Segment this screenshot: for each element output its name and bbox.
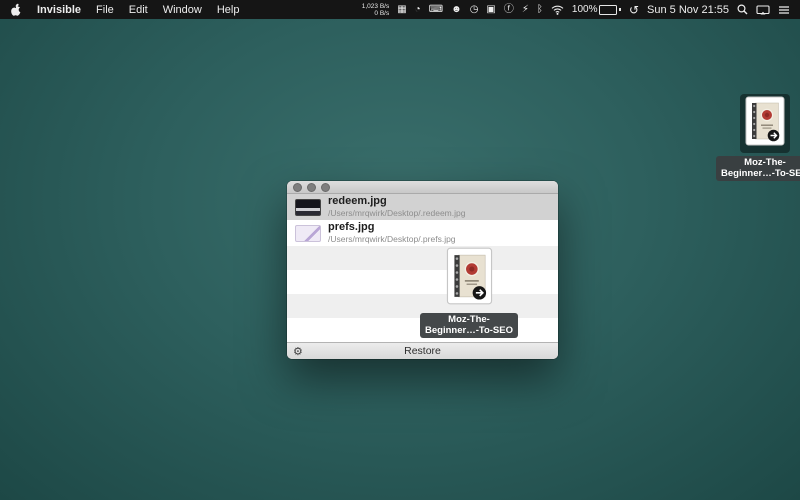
network-up-speed: 1,023 B/s [362,3,389,10]
drag-ghost-label-line2: Beginner…-To-SEO [425,325,513,336]
desktop-icon-moz-guide[interactable]: Moz-The- Beginner…-To-SEO [715,94,800,181]
battery-cap [619,8,621,11]
battery-indicator[interactable]: 100% [572,4,621,15]
window-titlebar[interactable] [287,181,558,194]
menu-bar-clock[interactable]: Sun 5 Nov 21:55 [647,4,729,16]
wifi-icon[interactable] [551,5,564,15]
time-machine-icon[interactable]: ↺ [629,5,639,15]
menu-edit[interactable]: Edit [129,4,148,16]
gauge-icon[interactable]: ◔ [415,5,421,15]
spotlight-icon[interactable] [737,4,748,15]
file-path: /Users/mrqwirk/Desktop/.redeem.jpg [328,207,465,219]
circled-f-icon[interactable]: ⓕ [504,5,514,15]
apple-logo-icon [10,3,22,16]
menu-file[interactable]: File [96,4,114,16]
menu-bar: Invisible File Edit Window Help 1,023 B/… [0,0,800,19]
desktop-icon-label-line1: Moz-The- [744,157,786,168]
menu-window[interactable]: Window [163,4,202,16]
active-app-name[interactable]: Invisible [37,4,81,16]
zoom-button[interactable] [321,183,330,192]
shield-icon[interactable]: ▣ [486,5,495,15]
desktop-icon-label: Moz-The- Beginner…-To-SEO [716,156,800,181]
battery-percent: 100% [572,4,598,15]
list-item[interactable]: prefs.jpg /Users/mrqwirk/Desktop/.prefs.… [287,220,558,246]
list-item[interactable]: redeem.jpg /Users/mrqwirk/Desktop/.redee… [287,194,558,220]
clock-widget-icon[interactable]: ◷ [470,5,479,15]
network-down-speed: 0 B/s [374,10,389,17]
desktop-icon-label-line2: Beginner…-To-SEO [721,168,800,179]
file-name: redeem.jpg [328,195,465,207]
book-document-icon [446,247,493,310]
drag-ghost[interactable]: Moz-The- Beginner…-To-SEO [421,247,517,338]
user-icon[interactable]: ☻ [451,5,462,15]
minimize-button[interactable] [307,183,316,192]
desktop-background: { "menu_bar": { "app_name": "Invisible",… [0,0,800,500]
menu-help[interactable]: Help [217,4,240,16]
network-speed-indicator[interactable]: 1,023 B/s 0 B/s [362,3,389,17]
drag-ghost-label: Moz-The- Beginner…-To-SEO [420,313,518,338]
file-path: /Users/mrqwirk/Desktop/.prefs.jpg [328,233,456,245]
battery-icon [599,5,617,15]
keyboard-icon[interactable]: ⌨ [429,5,443,15]
book-document-icon [740,94,790,153]
notification-center-icon[interactable] [778,5,790,15]
window-bottom-bar: ⚙ Restore [287,342,558,359]
bluetooth-icon[interactable]: ᛒ [537,5,543,15]
bolt-icon[interactable]: ⚡ [522,5,529,15]
apple-menu[interactable] [10,3,22,16]
restore-button[interactable]: Restore [287,345,558,357]
file-thumbnail [295,225,321,242]
screen-mirroring-icon[interactable] [756,5,770,15]
close-button[interactable] [293,183,302,192]
drag-ghost-label-line1: Moz-The- [448,314,490,325]
file-thumbnail [295,199,321,216]
activity-icon[interactable]: ▦ [397,5,406,15]
file-name: prefs.jpg [328,221,456,233]
